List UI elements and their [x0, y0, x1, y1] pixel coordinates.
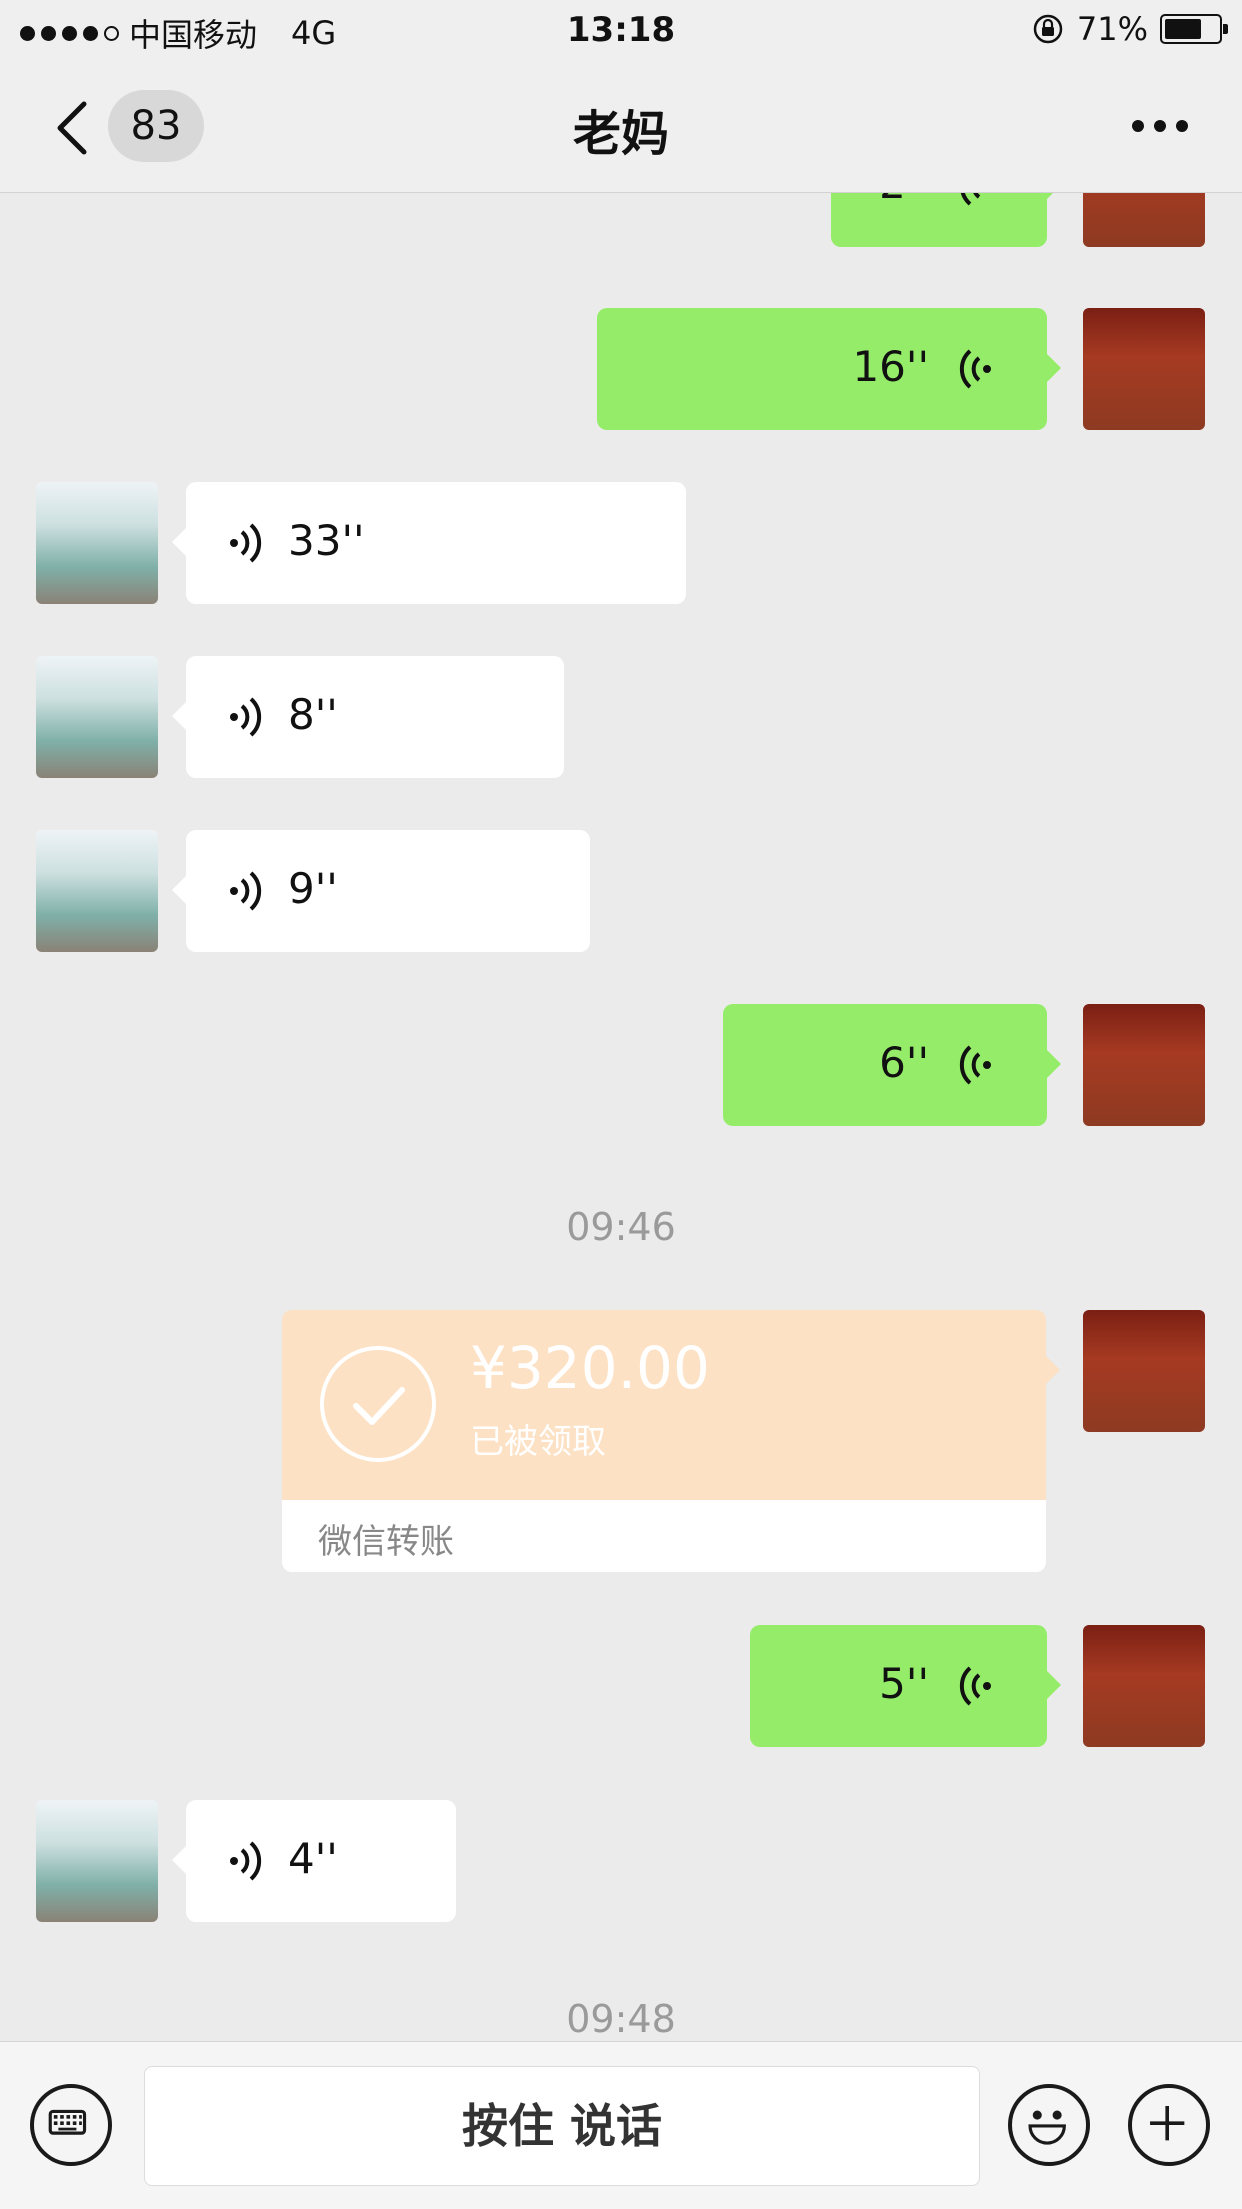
voice-message[interactable]: 16'': [597, 308, 1061, 430]
my-avatar[interactable]: [1083, 1310, 1205, 1432]
contact-avatar[interactable]: [36, 830, 158, 952]
voice-duration: 9'': [288, 864, 338, 913]
voice-duration: 6'': [879, 1038, 929, 1087]
transfer-status: 已被领取: [470, 1422, 606, 1462]
voice-wave-icon: [230, 871, 262, 911]
contact-avatar[interactable]: [36, 656, 158, 778]
voice-duration: 5'': [879, 1659, 929, 1708]
transfer-amount: ¥320.00: [470, 1334, 710, 1402]
input-bar: 按住 说话: [0, 2041, 1242, 2209]
my-avatar[interactable]: [1083, 308, 1205, 430]
voice-duration: 16'': [852, 342, 929, 391]
hold-to-talk-button[interactable]: 按住 说话: [144, 2066, 980, 2186]
transfer-footer: 微信转账: [282, 1500, 1046, 1572]
battery-percent: 71%: [1076, 10, 1148, 48]
contact-avatar[interactable]: [36, 482, 158, 604]
voice-wave-icon: [959, 1045, 991, 1085]
voice-duration: 4'': [288, 1834, 338, 1883]
chat-title: 老妈: [572, 106, 669, 162]
my-avatar[interactable]: [1083, 1625, 1205, 1747]
check-circle-icon: [320, 1346, 436, 1462]
voice-wave-icon: [959, 349, 991, 389]
plus-icon[interactable]: [1128, 2084, 1210, 2166]
voice-message[interactable]: 2'': [831, 193, 1061, 247]
status-bar: 中国移动 4G 13:18 71%: [0, 0, 1242, 62]
wechat-transfer-card[interactable]: ¥320.00 已被领取 微信转账: [282, 1310, 1060, 1572]
voice-duration: 2'': [879, 193, 929, 208]
message-timestamp: 09:46: [566, 1205, 676, 1249]
voice-duration: 33'': [288, 516, 365, 565]
transfer-label: 微信转账: [318, 1522, 454, 1562]
rotation-lock-icon: [1033, 14, 1063, 44]
voice-wave-icon: [959, 1666, 991, 1706]
voice-wave-icon: [959, 193, 981, 206]
contact-avatar[interactable]: [36, 1800, 158, 1922]
message-timestamp: 09:48: [566, 1997, 676, 2041]
voice-duration: 8'': [288, 690, 338, 739]
my-avatar[interactable]: [1083, 1004, 1205, 1126]
my-avatar[interactable]: [1083, 193, 1205, 247]
voice-wave-icon: [230, 1841, 262, 1881]
nav-bar: 83 老妈: [0, 62, 1242, 193]
battery-icon: [1160, 14, 1228, 44]
voice-message[interactable]: 33'': [172, 482, 686, 604]
voice-wave-icon: [230, 523, 262, 563]
status-right: 71%: [1031, 10, 1228, 48]
voice-message[interactable]: 6'': [723, 1004, 1061, 1126]
transfer-header: ¥320.00 已被领取: [282, 1310, 1060, 1500]
voice-message[interactable]: 4'': [172, 1800, 456, 1922]
voice-message[interactable]: 5'': [750, 1625, 1061, 1747]
more-icon[interactable]: [1132, 120, 1188, 134]
keyboard-icon[interactable]: [30, 2084, 112, 2166]
voice-message[interactable]: 9'': [172, 830, 590, 952]
emoji-icon[interactable]: [1008, 2084, 1090, 2166]
voice-message[interactable]: 8'': [172, 656, 564, 778]
voice-wave-icon: [230, 697, 262, 737]
chat-area[interactable]: 2'' 16'' 33'' 8'' 9'' 6'' 09:46 ¥320.: [0, 193, 1242, 2041]
